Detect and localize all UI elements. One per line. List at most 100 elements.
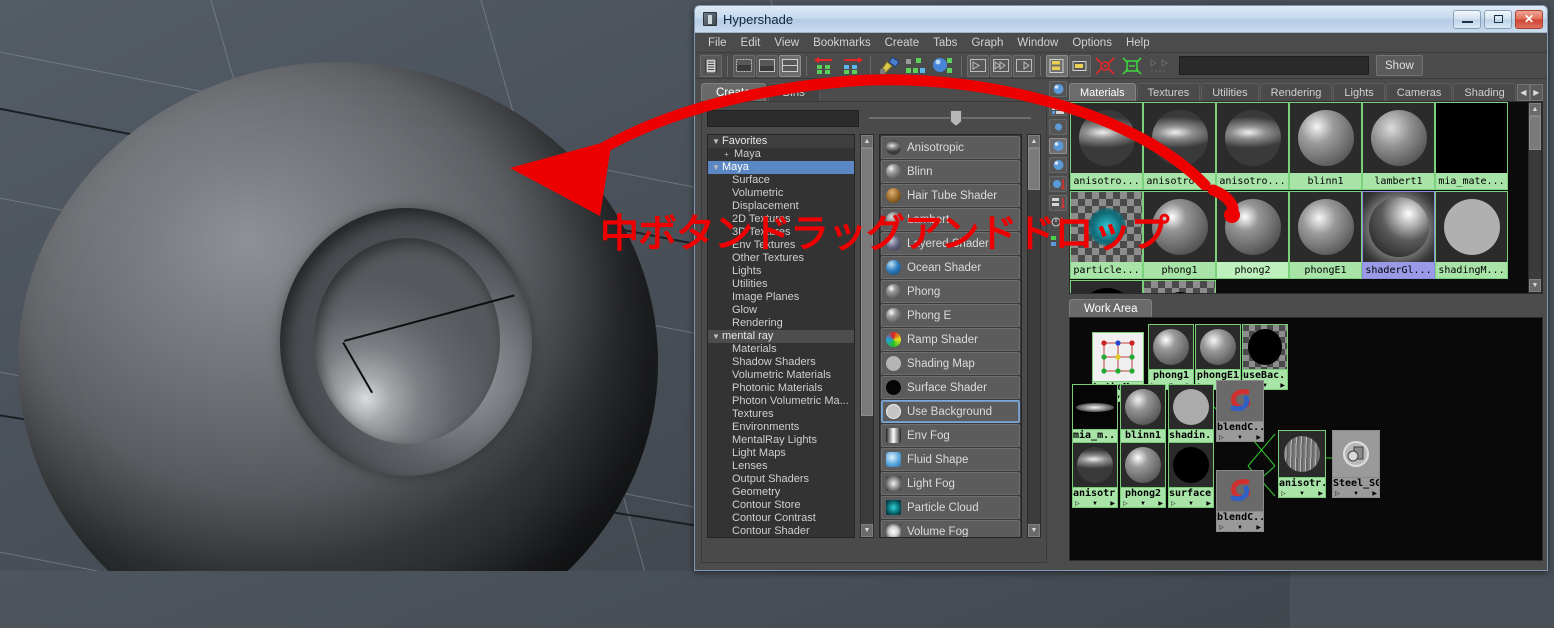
tab-bins[interactable]: Bins xyxy=(767,83,820,101)
tree-scrollbar[interactable]: ▲ ▼ xyxy=(860,134,874,538)
shader-item-ramp-shader[interactable]: Ramp Shader xyxy=(881,328,1020,351)
menu-item-help[interactable]: Help xyxy=(1119,35,1157,51)
node-collapse-arrow-icon[interactable]: ▼ xyxy=(1092,501,1098,507)
tree-item-other-textures[interactable]: Other Textures xyxy=(708,252,854,265)
tree-item-volumetric[interactable]: Volumetric xyxy=(708,187,854,200)
tree-item-output-shaders[interactable]: Output Shaders xyxy=(708,473,854,486)
scroll-down-icon[interactable]: ▼ xyxy=(861,524,873,537)
node-input-arrow-icon[interactable]: ▷ xyxy=(1219,434,1224,441)
show-materials-icon[interactable] xyxy=(1049,81,1067,97)
shader-item-fluid-shape[interactable]: Fluid Shape xyxy=(881,448,1020,471)
scroll-up-icon[interactable]: ▲ xyxy=(1028,135,1040,148)
scroll-down-icon[interactable]: ▼ xyxy=(1028,524,1040,537)
tab-create[interactable]: Create xyxy=(701,83,766,101)
scroll-up-icon[interactable]: ▲ xyxy=(861,135,873,148)
tree-item-utilities[interactable]: Utilities xyxy=(708,278,854,291)
phong-ball[interactable] xyxy=(1143,191,1216,262)
tree-item-env-textures[interactable]: Env Textures xyxy=(708,239,854,252)
input-output-connections-graph-icon[interactable] xyxy=(990,54,1012,77)
blend-colors-icon[interactable] xyxy=(1216,470,1264,512)
tree-item-materials[interactable]: Materials xyxy=(708,343,854,356)
shader-item-shading-map[interactable]: Shading Map xyxy=(881,352,1020,375)
tree-item-environments[interactable]: Environments xyxy=(708,421,854,434)
tree-item-2d-textures[interactable]: 2D Textures xyxy=(708,213,854,226)
sphere-object[interactable] xyxy=(18,62,678,628)
menu-item-tabs[interactable]: Tabs xyxy=(926,35,964,51)
node-output-arrow-icon[interactable]: ▶ xyxy=(1256,524,1261,531)
node-connector-row[interactable]: ▷ ▼ ▶ xyxy=(1072,500,1118,508)
shader-item-env-fog[interactable]: Env Fog xyxy=(881,424,1020,447)
anisotropic-ball[interactable] xyxy=(1216,102,1289,173)
input-connections-icon[interactable] xyxy=(903,55,929,77)
shader-item-lambert[interactable]: Lambert xyxy=(881,208,1020,231)
menu-item-view[interactable]: View xyxy=(767,35,806,51)
browser-icon-strip[interactable] xyxy=(1047,79,1069,565)
material-swatch[interactable]: anisotro... xyxy=(1143,102,1216,191)
phong-ball[interactable] xyxy=(1120,442,1166,488)
shader-item-particle-cloud[interactable]: Particle Cloud xyxy=(881,496,1020,519)
expand-icon[interactable]: + xyxy=(724,148,734,161)
shader-item-anisotropic[interactable]: Anisotropic xyxy=(881,136,1020,159)
input-connections-graph-icon[interactable] xyxy=(967,54,989,77)
work-area-node[interactable]: anisotr...▷ ▼ ▶ xyxy=(1072,442,1118,508)
shaderglow-ball[interactable] xyxy=(1362,191,1435,262)
tab-work-area[interactable]: Work Area xyxy=(1069,299,1153,317)
surface-black[interactable] xyxy=(1168,442,1214,488)
maximize-button[interactable] xyxy=(1484,9,1512,29)
node-output-arrow-icon[interactable]: ▶ xyxy=(1206,500,1211,507)
tree-item-image-planes[interactable]: Image Planes xyxy=(708,291,854,304)
phonge-ball[interactable] xyxy=(1195,324,1241,370)
collapse-triangle-icon[interactable]: ▼ xyxy=(712,135,722,148)
menu-item-window[interactable]: Window xyxy=(1010,35,1065,51)
lambert-ball[interactable] xyxy=(1362,102,1435,173)
node-filter-input[interactable] xyxy=(707,109,859,127)
tree-item-surface[interactable]: Surface xyxy=(708,174,854,187)
node-output-arrow-icon[interactable]: ▶ xyxy=(1372,490,1377,497)
blinn-ball[interactable] xyxy=(1289,102,1362,173)
phong-ball[interactable] xyxy=(1148,324,1194,370)
material-swatch[interactable]: phong2 xyxy=(1216,191,1289,280)
material-swatch[interactable]: anisotro... xyxy=(1216,102,1289,191)
scroll-track[interactable] xyxy=(1028,190,1040,524)
toolbar[interactable]: Show xyxy=(695,53,1547,79)
menu-item-create[interactable]: Create xyxy=(878,35,927,51)
tab-shading[interactable]: Shading xyxy=(1453,83,1516,101)
back-arrow-icon[interactable] xyxy=(812,55,838,77)
tab-cameras[interactable]: Cameras xyxy=(1385,83,1453,101)
show-button[interactable]: Show xyxy=(1376,55,1423,76)
scroll-thumb[interactable] xyxy=(861,148,873,416)
node-output-arrow-icon[interactable]: ▶ xyxy=(1110,500,1115,507)
node-connector-row[interactable]: ▷ ▼ ▶ xyxy=(1168,500,1214,508)
tree-item-mental-ray[interactable]: ▼ mental ray xyxy=(708,330,854,343)
tree-item-volumetric-materials[interactable]: Volumetric Materials xyxy=(708,369,854,382)
tree-item-maya[interactable]: + Maya xyxy=(708,148,854,161)
tree-item-photonic-materials[interactable]: Photonic Materials xyxy=(708,382,854,395)
material-grid[interactable]: anisotro... anisotro... anisotro... blinn1 l… xyxy=(1070,102,1528,293)
material-swatch[interactable]: mia_mate... xyxy=(1435,102,1508,191)
mia-streak[interactable] xyxy=(1072,384,1118,430)
browser-tab-scroll-left-icon[interactable]: ◀ xyxy=(1516,84,1530,101)
phong-ball[interactable] xyxy=(1216,191,1289,262)
phonge-ball[interactable] xyxy=(1289,191,1362,262)
black-ball[interactable] xyxy=(1435,102,1508,173)
show-upstream-icon[interactable] xyxy=(1092,55,1118,77)
shadingmap-ball[interactable] xyxy=(1435,191,1508,262)
blend-colors-icon[interactable] xyxy=(1216,380,1264,422)
browser-scrollbar[interactable]: ▲ ▼ xyxy=(1528,102,1542,293)
tab-rendering[interactable]: Rendering xyxy=(1259,83,1333,101)
menu-bar[interactable]: File Edit View Bookmarks Create Tabs Graph Wind… xyxy=(695,33,1547,53)
material-swatch[interactable]: blinn1 xyxy=(1289,102,1362,191)
shader-item-use-background[interactable]: Use Background xyxy=(881,400,1020,423)
tree-item-lights[interactable]: Lights xyxy=(708,265,854,278)
three-pane-layout-icon[interactable] xyxy=(779,54,801,77)
shader-item-light-fog[interactable]: Light Fog xyxy=(881,472,1020,495)
work-area-node[interactable]: blendC...▷ ▼ ▶ xyxy=(1216,380,1264,442)
node-connector-row[interactable]: ▷ ▼ ▶ xyxy=(1120,500,1166,508)
shader-item-blinn[interactable]: Blinn xyxy=(881,160,1020,183)
material-swatch[interactable]: surfaceS... xyxy=(1070,280,1143,293)
work-area-node[interactable]: phong1▷▼▶ xyxy=(1148,324,1194,390)
tree-item-rendering[interactable]: Rendering xyxy=(708,317,854,330)
shader-item-phong-e[interactable]: Phong E xyxy=(881,304,1020,327)
shader-item-volume-fog[interactable]: Volume Fog xyxy=(881,520,1020,537)
shadingmap-ball[interactable] xyxy=(1168,384,1214,430)
